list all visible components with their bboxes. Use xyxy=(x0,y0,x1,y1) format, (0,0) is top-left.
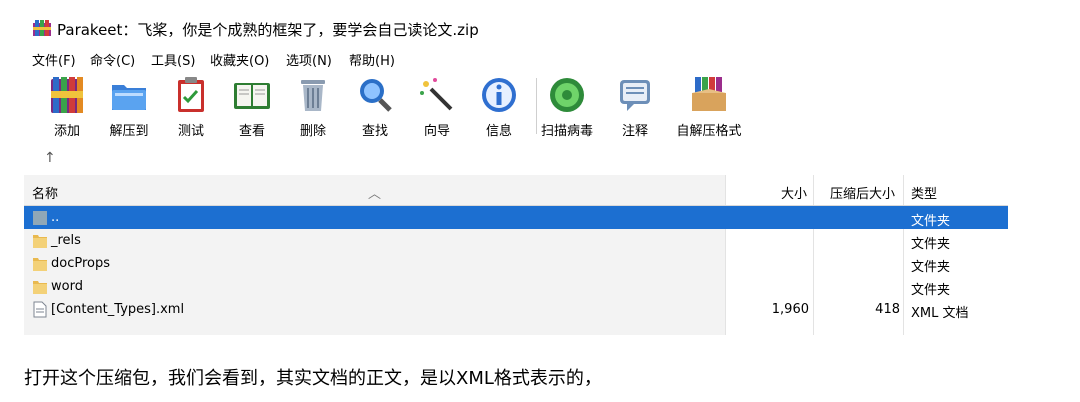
file-type: 文件夹 xyxy=(911,237,951,252)
column-header-size[interactable]: 大小 xyxy=(781,183,807,202)
file-name: _rels xyxy=(51,233,81,248)
menu-options[interactable]: 选项(N) xyxy=(286,50,332,69)
info-icon xyxy=(482,78,516,112)
column-header-name[interactable]: 名称 xyxy=(32,183,58,202)
folder-icon xyxy=(33,235,47,248)
info-button[interactable]: 信息 xyxy=(466,72,532,139)
column-header-type[interactable]: 类型 xyxy=(911,183,937,202)
sfx-button[interactable]: 自解压格式 xyxy=(674,72,744,139)
extract-folder-icon xyxy=(112,85,146,110)
comment-label: 注释 xyxy=(621,124,648,139)
file-list: 名称 ︿ 大小 压缩后大小 类型 .. 文件夹 _rels 文件夹 docPro… xyxy=(24,175,1008,335)
file-name: word xyxy=(51,279,83,294)
comment-button[interactable]: 注释 xyxy=(602,72,668,139)
list-row-parent[interactable]: .. 文件夹 xyxy=(24,206,1008,229)
column-header-packed-size[interactable]: 压缩后大小 xyxy=(830,183,895,202)
view-book-icon xyxy=(234,83,270,109)
view-label: 查看 xyxy=(238,124,265,139)
file-type: 文件夹 xyxy=(911,214,951,229)
sort-ascending-icon: ︿ xyxy=(368,187,382,202)
delete-button[interactable]: 删除 xyxy=(280,72,346,139)
xml-file-icon xyxy=(33,301,47,318)
list-row-rels[interactable]: _rels 文件夹 xyxy=(24,229,1008,252)
wizard-label: 向导 xyxy=(423,124,450,139)
window-title: Parakeet：飞桨，你是个成熟的框架了，要学会自己读论文.zip xyxy=(57,21,479,39)
menu-file[interactable]: 文件(F) xyxy=(32,50,76,69)
article-caption: 打开这个压缩包，我们会看到，其实文档的正文，是以XML格式表示的， xyxy=(24,368,602,389)
file-name: [Content_Types].xml xyxy=(51,302,185,317)
scan-virus-label: 扫描病毒 xyxy=(540,124,593,139)
trash-icon xyxy=(301,80,325,111)
view-button[interactable]: 查看 xyxy=(219,72,285,139)
find-label: 查找 xyxy=(361,124,388,139)
comment-icon xyxy=(620,80,650,111)
wizard-button[interactable]: 向导 xyxy=(404,72,470,139)
test-button[interactable]: 测试 xyxy=(158,72,224,139)
sfx-box-icon xyxy=(692,77,726,111)
parent-folder-icon xyxy=(33,211,47,225)
toolbar: 添加 解压到 测试 查看 删除 查找 向导 信息 扫描病毒 注释 自解压格式 xyxy=(24,72,1008,142)
extract-to-button[interactable]: 解压到 xyxy=(96,72,162,139)
menu-commands[interactable]: 命令(C) xyxy=(90,50,135,69)
file-packed-size: 418 xyxy=(875,302,900,317)
sfx-label: 自解压格式 xyxy=(676,124,742,139)
extract-to-label: 解压到 xyxy=(109,124,149,139)
wizard-wand-icon xyxy=(420,78,453,111)
test-label: 测试 xyxy=(177,124,204,139)
delete-label: 删除 xyxy=(299,124,326,139)
scan-virus-button[interactable]: 扫描病毒 xyxy=(534,72,600,139)
file-name: docProps xyxy=(51,256,111,271)
add-button[interactable]: 添加 xyxy=(34,72,100,139)
list-row-docprops[interactable]: docProps 文件夹 xyxy=(24,252,1008,275)
virus-scan-icon xyxy=(550,78,584,112)
file-type: 文件夹 xyxy=(911,260,951,275)
folder-icon xyxy=(33,258,47,271)
list-row-word[interactable]: word 文件夹 xyxy=(24,275,1008,298)
add-label: 添加 xyxy=(53,124,80,139)
menu-favorites[interactable]: 收藏夹(O) xyxy=(210,50,269,69)
find-button[interactable]: 查找 xyxy=(342,72,408,139)
winrar-app-icon xyxy=(33,20,51,36)
file-type: 文件夹 xyxy=(911,283,951,298)
winrar-window: Parakeet：飞桨，你是个成熟的框架了，要学会自己读论文.zip 文件(F)… xyxy=(24,8,1008,335)
menu-bar: 文件(F) 命令(C) 工具(S) 收藏夹(O) 选项(N) 帮助(H) xyxy=(24,48,1008,70)
title-bar: Parakeet：飞桨，你是个成熟的框架了，要学会自己读论文.zip xyxy=(24,8,1008,48)
list-row-content-types[interactable]: [Content_Types].xml 1,960 418 XML 文档 xyxy=(24,298,1008,321)
menu-tools[interactable]: 工具(S) xyxy=(151,50,195,69)
list-header: 名称 ︿ 大小 压缩后大小 类型 xyxy=(24,175,1008,206)
file-size: 1,960 xyxy=(771,302,809,317)
add-books-icon xyxy=(51,77,83,113)
up-one-level-icon[interactable]: ↑ xyxy=(44,150,56,166)
test-clipboard-icon xyxy=(178,77,204,112)
folder-icon xyxy=(33,281,47,294)
file-name: .. xyxy=(51,210,60,225)
magnifier-icon xyxy=(360,79,392,112)
file-type: XML 文档 xyxy=(911,306,969,321)
info-label: 信息 xyxy=(485,124,512,139)
menu-help[interactable]: 帮助(H) xyxy=(349,50,395,69)
